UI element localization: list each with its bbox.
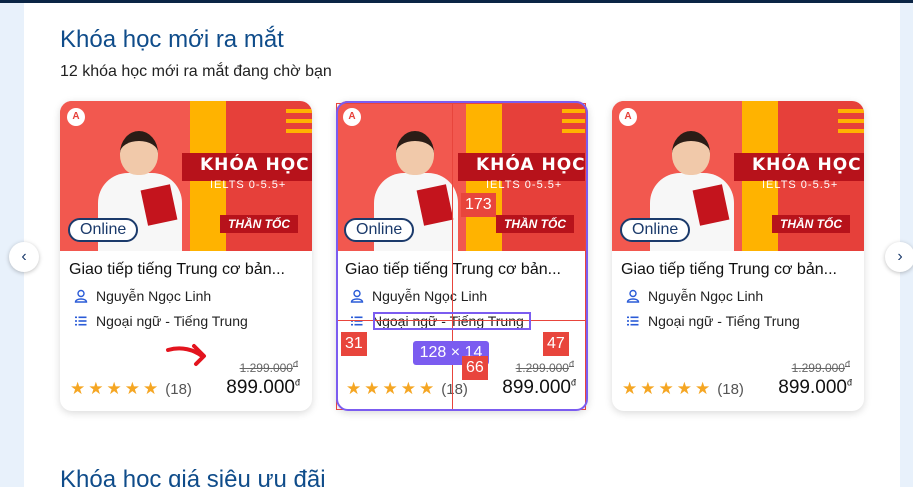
thumbnail-tag: THẦN TỐC — [496, 215, 574, 233]
thumbnail-subheading: IELTS 0-5.5+ — [486, 179, 563, 191]
section-subtitle: 12 khóa học mới ra mắt đang chờ bạn — [60, 63, 332, 80]
star-icon: ★ — [695, 379, 711, 398]
teacher-name: Nguyễn Ngọc Linh — [96, 288, 212, 304]
measure-tag-top: 173 — [461, 193, 496, 217]
review-count: (18) — [165, 380, 192, 398]
course-thumbnail[interactable]: A KHÓA HỌC IELTS 0-5.5+ THẦN TỐC Online — [60, 101, 312, 251]
measure-tag-right: 47 — [543, 332, 569, 356]
red-arrow-scribble — [166, 344, 206, 366]
category-label: Ngoại ngữ - Tiếng Trung — [648, 313, 800, 329]
thumbnail-tag: THẦN TỐC — [772, 215, 850, 233]
teacher-row: Nguyễn Ngọc Linh — [350, 288, 487, 304]
brand-logo: A — [619, 108, 637, 126]
online-badge: Online — [344, 218, 415, 242]
sale-price: 899.000đ — [226, 377, 300, 398]
star-icon: ★ — [400, 379, 416, 398]
decorative-bars — [838, 109, 864, 139]
course-thumbnail[interactable]: A KHÓA HỌC IELTS 0-5.5+ THẦN TỐC Online — [612, 101, 864, 251]
star-icon: ★ — [622, 379, 638, 398]
sale-price: 899.000đ — [778, 377, 852, 398]
star-icon: ★ — [382, 379, 398, 398]
thumbnail-heading: KHÓA HỌC — [200, 155, 310, 175]
course-card[interactable]: A KHÓA HỌC IELTS 0-5.5+ THẦN TỐC Online … — [612, 101, 864, 411]
thumbnail-subheading: IELTS 0-5.5+ — [210, 179, 287, 191]
carousel-next-button[interactable]: › — [885, 242, 913, 272]
review-count: (18) — [717, 380, 744, 398]
rating: ★ ★ ★ ★ ★ (18) — [622, 380, 744, 398]
user-icon — [74, 289, 88, 303]
thumbnail-heading: KHÓA HỌC — [752, 155, 862, 175]
chevron-right-icon: › — [897, 248, 903, 265]
course-title[interactable]: Giao tiếp tiếng Trung cơ bản... — [621, 261, 837, 279]
star-icon: ★ — [70, 379, 86, 398]
measure-tag-bottom: 66 — [462, 356, 488, 380]
thumbnail-tag: THẦN TỐC — [220, 215, 298, 233]
teacher-name: Nguyễn Ngọc Linh — [372, 288, 488, 304]
brand-logo: A — [343, 108, 361, 126]
star-icon: ★ — [364, 379, 380, 398]
category-row: Ngoại ngữ - Tiếng Trung — [74, 313, 248, 329]
star-icon: ★ — [658, 379, 674, 398]
star-icon: ★ — [419, 379, 435, 398]
star-icon: ★ — [676, 379, 692, 398]
star-icon: ★ — [88, 379, 104, 398]
teacher-name: Nguyễn Ngọc Linh — [648, 288, 764, 304]
original-price: 1.299.000đ — [515, 359, 574, 375]
thumbnail-heading: KHÓA HỌC — [476, 155, 586, 175]
category-label: Ngoại ngữ - Tiếng Trung — [96, 313, 248, 329]
original-price: 1.299.000đ — [791, 359, 850, 375]
list-icon — [627, 316, 639, 326]
teacher-row: Nguyễn Ngọc Linh — [626, 288, 763, 304]
brand-logo: A — [67, 108, 85, 126]
star-icon: ★ — [143, 379, 159, 398]
chevron-left-icon: ‹ — [21, 248, 27, 265]
star-icon: ★ — [640, 379, 656, 398]
original-price: 1.299.000đ — [239, 359, 298, 375]
course-thumbnail[interactable]: A KHÓA HỌC IELTS 0-5.5+ THẦN TỐC Online — [336, 101, 588, 251]
online-badge: Online — [620, 218, 691, 242]
list-icon — [75, 316, 87, 326]
carousel-prev-button[interactable]: ‹ — [9, 242, 39, 272]
highlighted-category-box — [373, 312, 531, 330]
course-title[interactable]: Giao tiếp tiếng Trung cơ bản... — [69, 261, 285, 279]
star-icon: ★ — [124, 379, 140, 398]
decorative-bars — [286, 109, 312, 139]
measure-tag-left: 31 — [341, 332, 367, 356]
star-icon: ★ — [346, 379, 362, 398]
section-title-new-courses: Khóa học mới ra mắt — [60, 26, 284, 53]
user-icon — [350, 289, 364, 303]
user-icon — [626, 289, 640, 303]
online-badge: Online — [68, 218, 139, 242]
thumbnail-subheading: IELTS 0-5.5+ — [762, 179, 839, 191]
sale-price: 899.000đ — [502, 377, 576, 398]
decorative-bars — [562, 109, 588, 139]
list-icon — [351, 316, 363, 326]
section-title-deals: Khóa học giá siêu ưu đãi — [60, 466, 326, 487]
review-count: (18) — [441, 380, 468, 398]
rating: ★ ★ ★ ★ ★ (18) — [346, 380, 468, 398]
rating: ★ ★ ★ ★ ★ (18) — [70, 380, 192, 398]
category-row: Ngoại ngữ - Tiếng Trung — [626, 313, 800, 329]
teacher-row: Nguyễn Ngọc Linh — [74, 288, 211, 304]
star-icon: ★ — [106, 379, 122, 398]
